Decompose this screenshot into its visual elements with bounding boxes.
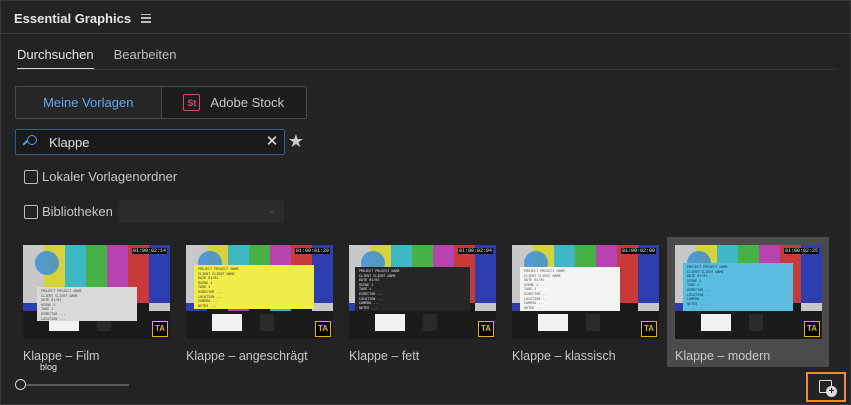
header-divider bbox=[1, 33, 851, 34]
template-thumbnail: 01:00:01:29 PROJECT PROJECT NAME CLIENT CL… bbox=[186, 245, 333, 339]
local-folder-label: Lokaler Vorlagenordner bbox=[42, 169, 178, 184]
timecode-label: 01:00:02:08 bbox=[620, 248, 656, 254]
adobe-stock-icon: St bbox=[183, 94, 201, 111]
template-card[interactable]: 01:00:01:29 PROJECT PROJECT NAME CLIENT CL… bbox=[178, 237, 340, 367]
template-label: Klappe – klassisch bbox=[512, 349, 616, 363]
template-label: Klappe – modern bbox=[675, 349, 771, 363]
text-template-badge-icon: TA bbox=[152, 321, 168, 337]
template-thumbnail: 01:00:02:04 PROJECT PROJECT NAME CLIENT CL… bbox=[349, 245, 496, 339]
adobe-stock-label: Adobe Stock bbox=[210, 95, 285, 110]
template-card[interactable]: 01:00:02:25 PROJECT PROJECT NAME CLIENT CL… bbox=[667, 237, 829, 367]
tab-browse[interactable]: Durchsuchen bbox=[17, 47, 94, 70]
slate-info-box: PROJECT PROJECT NAME CLIENT CLIENT NAME DA… bbox=[520, 267, 620, 311]
timecode-label: 01:00:02:25 bbox=[783, 248, 819, 254]
search-box: ✕ bbox=[15, 129, 285, 155]
close-icon[interactable]: ✕ bbox=[264, 134, 280, 150]
slate-info-box: PROJECT PROJECT NAME CLIENT CLIENT NAME DA… bbox=[355, 267, 470, 311]
template-card[interactable]: 01:00:02:08 PROJECT PROJECT NAME CLIENT CL… bbox=[504, 237, 666, 367]
libraries-checkbox[interactable] bbox=[24, 204, 38, 219]
tab-divider bbox=[17, 69, 837, 70]
tab-edit[interactable]: Bearbeiten bbox=[114, 47, 177, 70]
template-thumbnail: 01:00:02:14 PROJECT PROJECT NAME CLIENT CL… bbox=[23, 245, 170, 339]
text-template-badge-icon: TA bbox=[478, 321, 494, 337]
libraries-filter: Bibliotheken bbox=[24, 204, 113, 219]
timecode-label: 01:00:02:14 bbox=[131, 248, 167, 254]
panel-title: Essential Graphics bbox=[14, 10, 132, 26]
slate-info-box: PROJECT PROJECT NAME CLIENT CLIENT NAME DA… bbox=[37, 287, 137, 321]
thumbnail-size-slider[interactable] bbox=[15, 379, 131, 391]
libraries-label: Bibliotheken bbox=[42, 204, 113, 219]
template-card[interactable]: 01:00:02:14 PROJECT PROJECT NAME CLIENT CL… bbox=[15, 237, 177, 372]
new-graphic-button[interactable]: + bbox=[806, 372, 846, 402]
my-templates-button[interactable]: Meine Vorlagen bbox=[16, 87, 162, 118]
search-input[interactable] bbox=[49, 134, 249, 150]
local-folder-checkbox[interactable] bbox=[24, 169, 38, 184]
template-thumbnail: 01:00:02:25 PROJECT PROJECT NAME CLIENT CL… bbox=[675, 245, 822, 339]
slate-info-box: PROJECT PROJECT NAME CLIENT CLIENT NAME DA… bbox=[683, 263, 793, 311]
text-template-badge-icon: TA bbox=[804, 321, 820, 337]
timecode-label: 01:00:01:29 bbox=[294, 248, 330, 254]
panel-header: Essential Graphics bbox=[14, 9, 152, 27]
adobe-stock-button[interactable]: St Adobe Stock bbox=[162, 87, 307, 118]
my-templates-label: Meine Vorlagen bbox=[43, 95, 134, 110]
template-label: Klappe – Film bbox=[23, 349, 100, 363]
text-template-badge-icon: TA bbox=[315, 321, 331, 337]
essential-graphics-panel: Essential Graphics Durchsuchen Bearbeite… bbox=[0, 0, 851, 405]
hamburger-icon[interactable] bbox=[141, 13, 152, 23]
text-template-badge-icon: TA bbox=[641, 321, 657, 337]
source-toggle: Meine Vorlagen St Adobe Stock bbox=[15, 86, 307, 119]
search-icon bbox=[22, 135, 37, 149]
libraries-dropdown[interactable]: ⌄ bbox=[118, 200, 284, 223]
slate-info-box: PROJECT PROJECT NAME CLIENT CLIENT NAME DA… bbox=[194, 265, 314, 309]
template-label: Klappe – fett bbox=[349, 349, 420, 363]
local-folder-filter: Lokaler Vorlagenordner bbox=[24, 169, 177, 184]
template-label: Klappe – angeschrägt bbox=[186, 349, 308, 363]
chevron-down-icon: ⌄ bbox=[267, 205, 276, 216]
template-grid: 01:00:02:14 PROJECT PROJECT NAME CLIENT CL… bbox=[1, 237, 851, 372]
plus-icon: + bbox=[826, 386, 837, 397]
timecode-label: 01:00:02:04 bbox=[457, 248, 493, 254]
star-icon[interactable]: ★ bbox=[287, 130, 305, 152]
slate-logo bbox=[35, 251, 59, 275]
template-thumbnail: 01:00:02:08 PROJECT PROJECT NAME CLIENT CL… bbox=[512, 245, 659, 339]
tab-bar: Durchsuchen Bearbeiten bbox=[17, 47, 177, 70]
slider-knob[interactable] bbox=[15, 379, 26, 390]
slider-track bbox=[21, 384, 129, 386]
template-sublabel: blog bbox=[40, 362, 58, 372]
template-card[interactable]: 01:00:02:04 PROJECT PROJECT NAME CLIENT CL… bbox=[341, 237, 503, 367]
